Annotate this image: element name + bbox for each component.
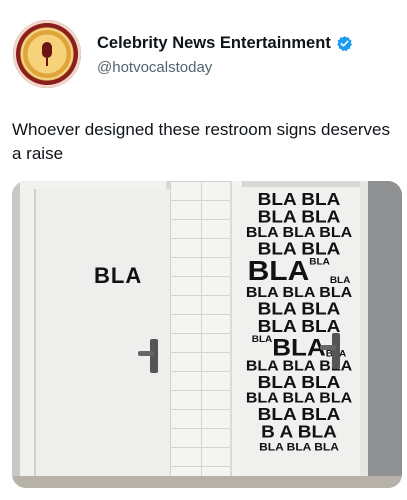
left-door-lever [138, 351, 154, 356]
right-wall-edge [360, 181, 368, 488]
bla-word: BLA [309, 257, 330, 268]
right-door-sign: BLA BLA BLA BLA BLA BLA BLA BLA BLA BLAB… [244, 191, 354, 452]
floor [12, 476, 402, 488]
bla-line: BLA BLA BLA [245, 225, 353, 241]
bla-word: BLA [251, 334, 273, 345]
profile-avatar[interactable] [13, 20, 81, 88]
right-door-handle [332, 333, 340, 369]
bla-line: BLA BLA [257, 299, 341, 319]
bla-line: BLA BLA [257, 190, 341, 210]
bla-line: BLA BLA BLA [245, 284, 353, 301]
left-door-handle [150, 339, 158, 373]
display-name[interactable]: Celebrity News Entertainment [97, 34, 331, 53]
bla-line: BLA BLA [257, 373, 341, 393]
right-door-lever [320, 345, 336, 350]
bla-line: BLA BLA [257, 405, 341, 425]
tweet-text: Whoever designed these restroom signs de… [12, 120, 390, 163]
bla-word: BLA [247, 256, 310, 287]
bla-word: BLA [272, 333, 326, 362]
bla-line: BLA BLA [257, 207, 341, 227]
tiled-wall [170, 181, 232, 488]
tweet-photo[interactable]: BLA BLA BLA BLA BLA BLA BLA BLA BLA BLA … [12, 181, 402, 488]
verified-badge-icon [336, 36, 352, 52]
bla-line: BLA BLA BLA [245, 390, 353, 407]
microphone-icon [42, 42, 52, 58]
bla-line: B A BLA [261, 422, 337, 443]
bla-line: BLABLABLA [244, 258, 354, 286]
microphone-stand [46, 58, 48, 66]
left-door-sign: BLA [94, 263, 143, 288]
account-handle[interactable]: @hotvocalstoday [97, 59, 212, 76]
bla-line: BLA BLA BLA [259, 440, 339, 454]
display-name-row[interactable]: Celebrity News Entertainment [97, 34, 353, 53]
